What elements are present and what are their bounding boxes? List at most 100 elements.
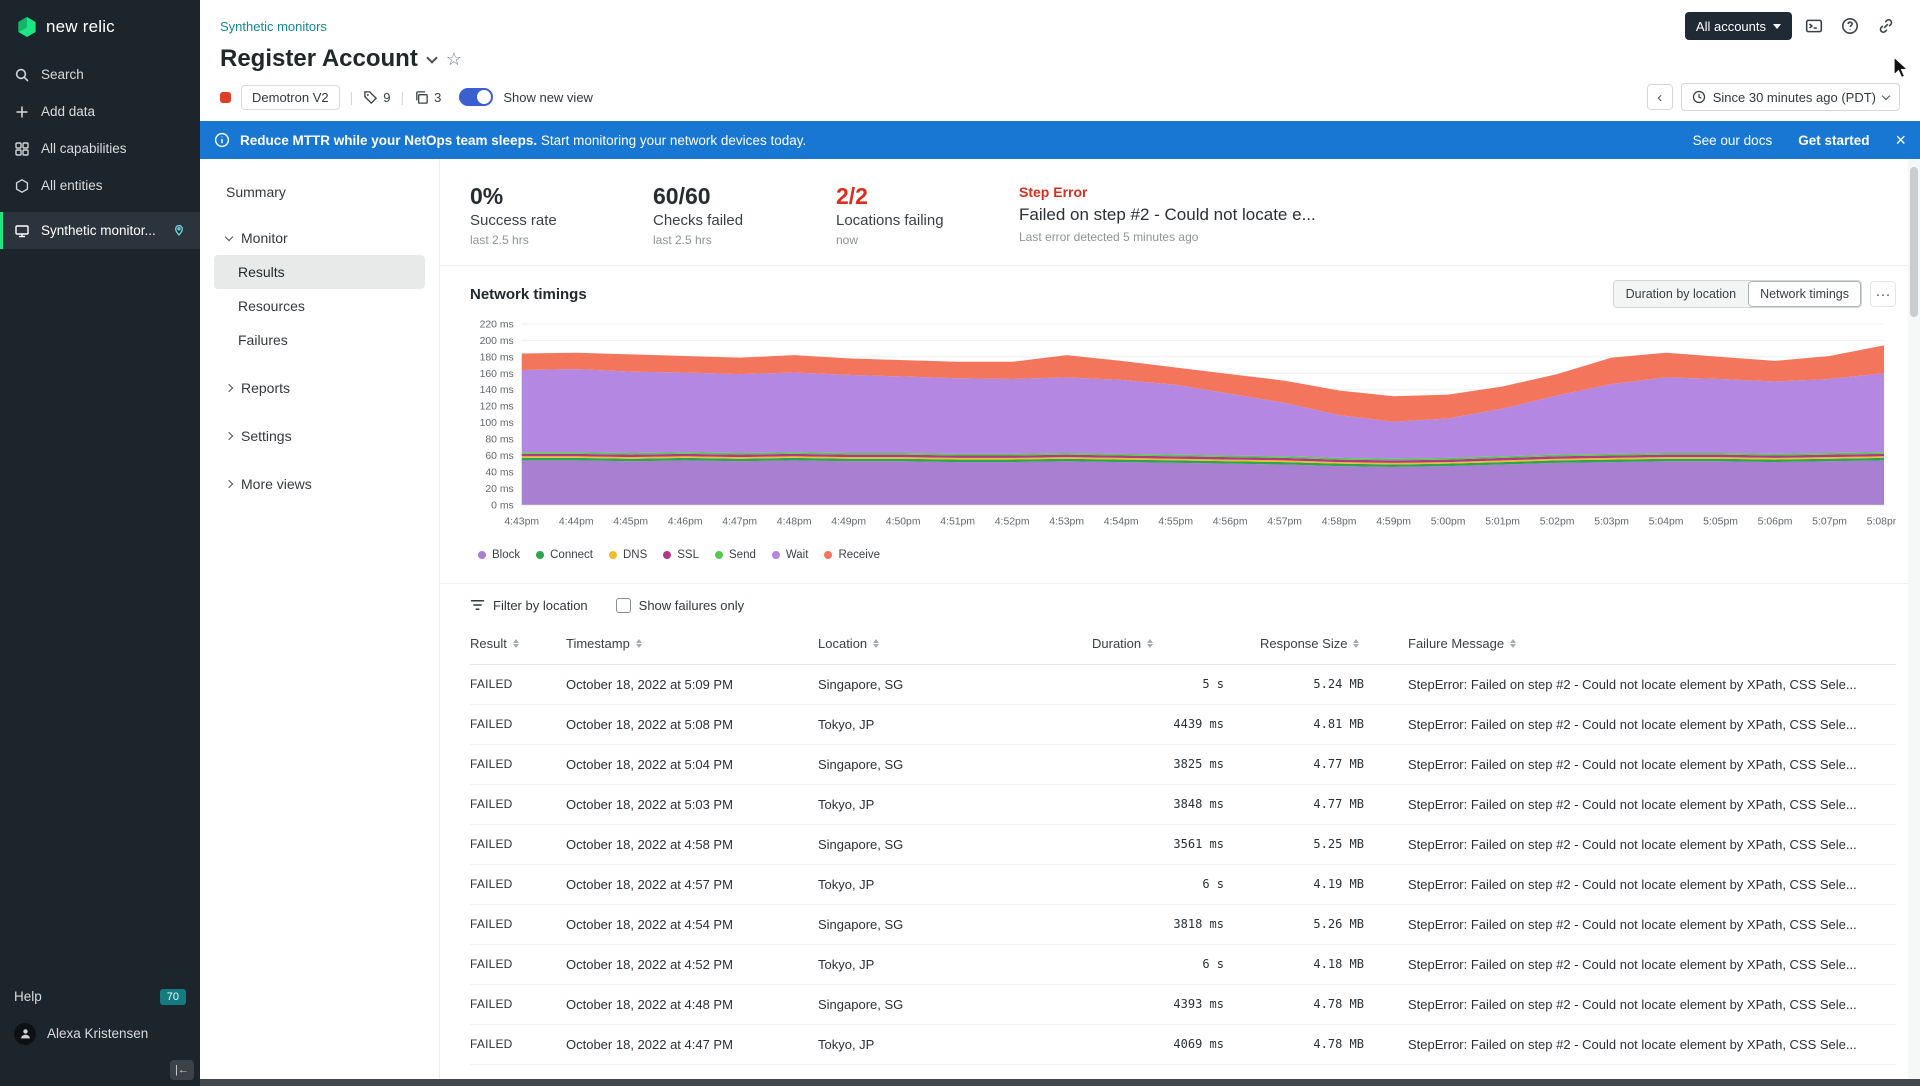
step-error-message[interactable]: Failed on step #2 - Could not locate e..… bbox=[1019, 205, 1890, 225]
legend-label: Block bbox=[492, 549, 520, 561]
column-header-failure-message[interactable]: Failure Message bbox=[1408, 636, 1896, 651]
location-cell: Tokyo, JP bbox=[818, 797, 1070, 812]
network-timings-section: Network timings Duration by location Net… bbox=[440, 266, 1920, 573]
svg-text:4:46pm: 4:46pm bbox=[668, 517, 703, 528]
svg-text:5:02pm: 5:02pm bbox=[1540, 517, 1575, 528]
breadcrumb[interactable]: Synthetic monitors bbox=[220, 19, 327, 34]
subnav-item-results[interactable]: Results bbox=[214, 255, 425, 289]
table-row[interactable]: FAILED October 18, 2022 at 4:54 PM Singa… bbox=[470, 905, 1896, 945]
plus-icon bbox=[14, 104, 30, 120]
duration-cell: 4069 ms bbox=[1070, 1037, 1238, 1051]
stat-label: Success rate bbox=[470, 212, 653, 229]
column-header-result[interactable]: Result bbox=[470, 636, 566, 651]
duration-by-location-button[interactable]: Duration by location bbox=[1614, 281, 1748, 307]
sidebar-item-help[interactable]: Help 70 bbox=[0, 978, 200, 1015]
tags-count[interactable]: 9 bbox=[363, 90, 390, 105]
timestamp-cell: October 18, 2022 at 4:48 PM bbox=[566, 997, 818, 1012]
column-header-duration[interactable]: Duration bbox=[1070, 636, 1238, 651]
svg-text:5:06pm: 5:06pm bbox=[1758, 517, 1793, 528]
subnav-item-summary[interactable]: Summary bbox=[214, 175, 425, 209]
subnav-item-resources[interactable]: Resources bbox=[214, 289, 425, 323]
time-back-button[interactable]: ‹ bbox=[1647, 84, 1673, 110]
time-range-picker[interactable]: Since 30 minutes ago (PDT) bbox=[1681, 83, 1900, 111]
table-row[interactable]: FAILED October 18, 2022 at 5:04 PM Singa… bbox=[470, 745, 1896, 785]
failure-message-cell: StepError: Failed on step #2 - Could not… bbox=[1408, 957, 1896, 972]
subnav-item-failures[interactable]: Failures bbox=[214, 323, 425, 357]
svg-text:4:59pm: 4:59pm bbox=[1376, 517, 1411, 528]
account-selector[interactable]: All accounts bbox=[1685, 12, 1792, 40]
subnav-group-reports[interactable]: Reports bbox=[214, 371, 425, 405]
column-header-response-size[interactable]: Response Size bbox=[1238, 636, 1408, 651]
new-relic-logo[interactable]: new relic bbox=[0, 0, 200, 56]
close-banner-icon[interactable]: × bbox=[1895, 131, 1906, 149]
failure-message-cell: StepError: Failed on step #2 - Could not… bbox=[1408, 877, 1896, 892]
network-timings-chart[interactable]: 220 ms200 ms180 ms160 ms140 ms120 ms100 … bbox=[470, 316, 1896, 545]
share-link-button[interactable] bbox=[1872, 12, 1900, 40]
legend-item[interactable]: Send bbox=[715, 549, 756, 561]
stat-label: Checks failed bbox=[653, 212, 836, 229]
get-started-link[interactable]: Get started bbox=[1798, 133, 1869, 148]
subnav-group-monitor[interactable]: Monitor bbox=[214, 221, 425, 255]
chart-more-options-button[interactable]: ··· bbox=[1870, 281, 1896, 307]
show-new-view-toggle[interactable] bbox=[459, 88, 493, 106]
table-row[interactable]: FAILED October 18, 2022 at 5:09 PM Singa… bbox=[470, 665, 1896, 705]
account-chip[interactable]: Demotron V2 bbox=[241, 85, 340, 110]
sidebar-item-search[interactable]: Search bbox=[0, 56, 200, 93]
legend-color-dot bbox=[663, 551, 671, 559]
table-row[interactable]: FAILED October 18, 2022 at 4:47 PM Tokyo… bbox=[470, 1025, 1896, 1065]
sidebar-item-synthetic-monitors[interactable]: Synthetic monitor... bbox=[0, 212, 200, 249]
title-chevron-down-icon[interactable] bbox=[426, 52, 437, 63]
table-row[interactable]: FAILED October 18, 2022 at 5:08 PM Tokyo… bbox=[470, 705, 1896, 745]
results-page: 0% Success rate last 2.5 hrs 60/60 Check… bbox=[440, 159, 1920, 1079]
location-cell: Tokyo, JP bbox=[818, 877, 1070, 892]
vertical-scrollbar[interactable] bbox=[1908, 159, 1920, 1079]
results-filter-row: Filter by location Show failures only bbox=[440, 583, 1920, 623]
result-cell: FAILED bbox=[470, 957, 566, 971]
see-our-docs-link[interactable]: See our docs bbox=[1693, 133, 1773, 148]
sidebar-item-add-data[interactable]: Add data bbox=[0, 93, 200, 130]
svg-text:4:48pm: 4:48pm bbox=[777, 517, 812, 528]
filter-by-location-button[interactable]: Filter by location bbox=[470, 598, 588, 613]
svg-text:60 ms: 60 ms bbox=[485, 451, 513, 462]
response-size-cell: 5.25 MB bbox=[1238, 837, 1408, 851]
help-button[interactable] bbox=[1836, 12, 1864, 40]
user-name: Alexa Kristensen bbox=[47, 1026, 148, 1041]
legend-item[interactable]: SSL bbox=[663, 549, 699, 561]
subnav-group-more-views[interactable]: More views bbox=[214, 467, 425, 501]
legend-item[interactable]: DNS bbox=[609, 549, 647, 561]
table-row[interactable]: FAILED October 18, 2022 at 4:52 PM Tokyo… bbox=[470, 945, 1896, 985]
table-row[interactable]: FAILED October 18, 2022 at 4:58 PM Singa… bbox=[470, 825, 1896, 865]
legend-item[interactable]: Connect bbox=[536, 549, 593, 561]
duration-cell: 3561 ms bbox=[1070, 837, 1238, 851]
related-entities-count[interactable]: 3 bbox=[414, 90, 441, 105]
legend-label: Receive bbox=[838, 549, 880, 561]
show-failures-only-checkbox[interactable] bbox=[616, 598, 631, 613]
network-timings-button[interactable]: Network timings bbox=[1748, 281, 1861, 307]
table-row[interactable]: FAILED October 18, 2022 at 4:57 PM Tokyo… bbox=[470, 865, 1896, 905]
subnav-group-settings[interactable]: Settings bbox=[214, 419, 425, 453]
location-cell: Singapore, SG bbox=[818, 917, 1070, 932]
legend-item[interactable]: Block bbox=[478, 549, 520, 561]
timestamp-cell: October 18, 2022 at 5:09 PM bbox=[566, 677, 818, 692]
column-header-timestamp[interactable]: Timestamp bbox=[566, 636, 818, 651]
pin-icon[interactable] bbox=[172, 224, 186, 238]
legend-item[interactable]: Wait bbox=[772, 549, 809, 561]
column-header-location[interactable]: Location bbox=[818, 636, 1070, 651]
timestamp-cell: October 18, 2022 at 5:04 PM bbox=[566, 757, 818, 772]
response-size-cell: 4.77 MB bbox=[1238, 797, 1408, 811]
clock-icon bbox=[1692, 90, 1706, 104]
favorite-star-icon[interactable]: ☆ bbox=[446, 50, 462, 68]
step-error-panel: Step Error Failed on step #2 - Could not… bbox=[1019, 183, 1890, 247]
scrollbar-thumb[interactable] bbox=[1910, 167, 1918, 317]
terminal-button[interactable] bbox=[1800, 12, 1828, 40]
show-failures-only-option[interactable]: Show failures only bbox=[616, 598, 745, 613]
legend-item[interactable]: Receive bbox=[824, 549, 880, 561]
page-title: Register Account bbox=[220, 45, 418, 73]
sidebar-item-all-capabilities[interactable]: All capabilities bbox=[0, 130, 200, 167]
table-row[interactable]: FAILED October 18, 2022 at 4:48 PM Singa… bbox=[470, 985, 1896, 1025]
stat-sub: now bbox=[836, 233, 1019, 247]
sidebar-item-all-entities[interactable]: All entities bbox=[0, 167, 200, 204]
sidebar-item-user[interactable]: Alexa Kristensen bbox=[0, 1015, 200, 1052]
collapse-sidebar-button[interactable]: |← bbox=[170, 1060, 194, 1080]
table-row[interactable]: FAILED October 18, 2022 at 5:03 PM Tokyo… bbox=[470, 785, 1896, 825]
